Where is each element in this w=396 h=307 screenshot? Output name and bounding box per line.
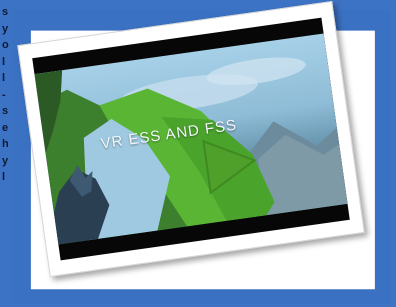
side-letter: o [2,39,9,51]
side-letter: - [2,88,6,101]
play-icon[interactable] [201,132,260,195]
video-card: VR ESS AND FSS [17,1,365,277]
side-letter: s [2,105,9,117]
video-player[interactable]: VR ESS AND FSS [32,17,350,261]
slide-page: s y o l l - s e h y l VR ESS AND FSS [0,0,396,307]
side-letter: h [2,138,9,150]
side-letter: y [2,22,9,35]
side-letter: l [2,171,6,183]
side-letter: l [2,72,6,84]
side-letter: s [2,6,9,18]
side-letter: l [2,55,6,68]
side-letter: e [2,121,9,134]
side-letter: y [2,154,9,167]
video-thumbnail: VR ESS AND FSS [34,33,348,245]
